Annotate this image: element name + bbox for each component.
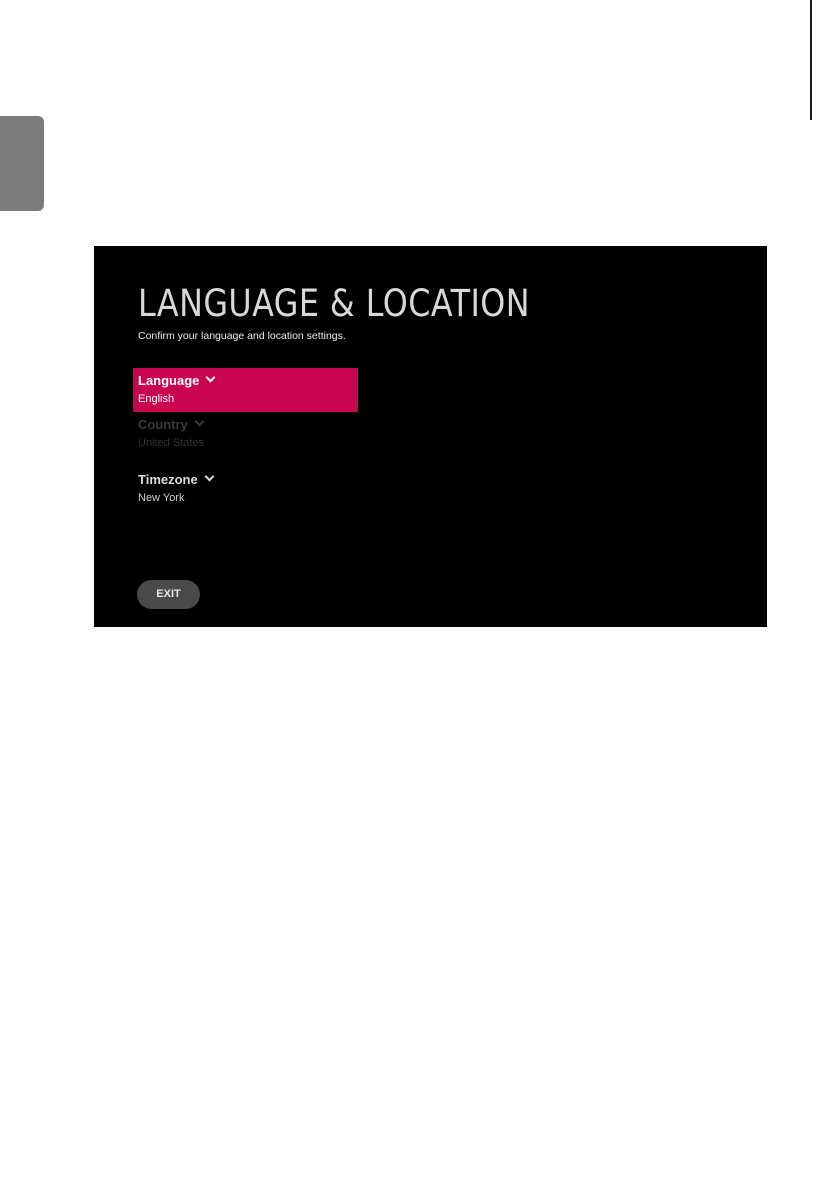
language-label-text: Language (138, 373, 200, 388)
country-value: United States (138, 437, 205, 449)
chevron-down-icon (204, 471, 215, 482)
language-value: English (138, 393, 175, 405)
page-title: LANGUAGE & LOCATION (138, 282, 530, 325)
language-setting[interactable]: Language English (133, 368, 358, 412)
country-setting[interactable]: Country United States (133, 412, 358, 456)
country-label-text: Country (138, 417, 188, 432)
language-label: Language (138, 372, 216, 388)
exit-button[interactable]: EXIT (137, 580, 200, 609)
country-label: Country (138, 416, 205, 432)
tv-screen: LANGUAGE & LOCATION Confirm your languag… (94, 246, 767, 627)
timezone-setting[interactable]: Timezone New York (133, 467, 358, 511)
page-edge-rule (810, 0, 812, 120)
chapter-tab (0, 116, 44, 211)
page-subtitle: Confirm your language and location setti… (138, 330, 346, 342)
timezone-value: New York (138, 492, 185, 504)
timezone-label: Timezone (138, 471, 215, 487)
chevron-down-icon (194, 416, 205, 427)
timezone-label-text: Timezone (138, 472, 198, 487)
chevron-down-icon (205, 372, 216, 383)
